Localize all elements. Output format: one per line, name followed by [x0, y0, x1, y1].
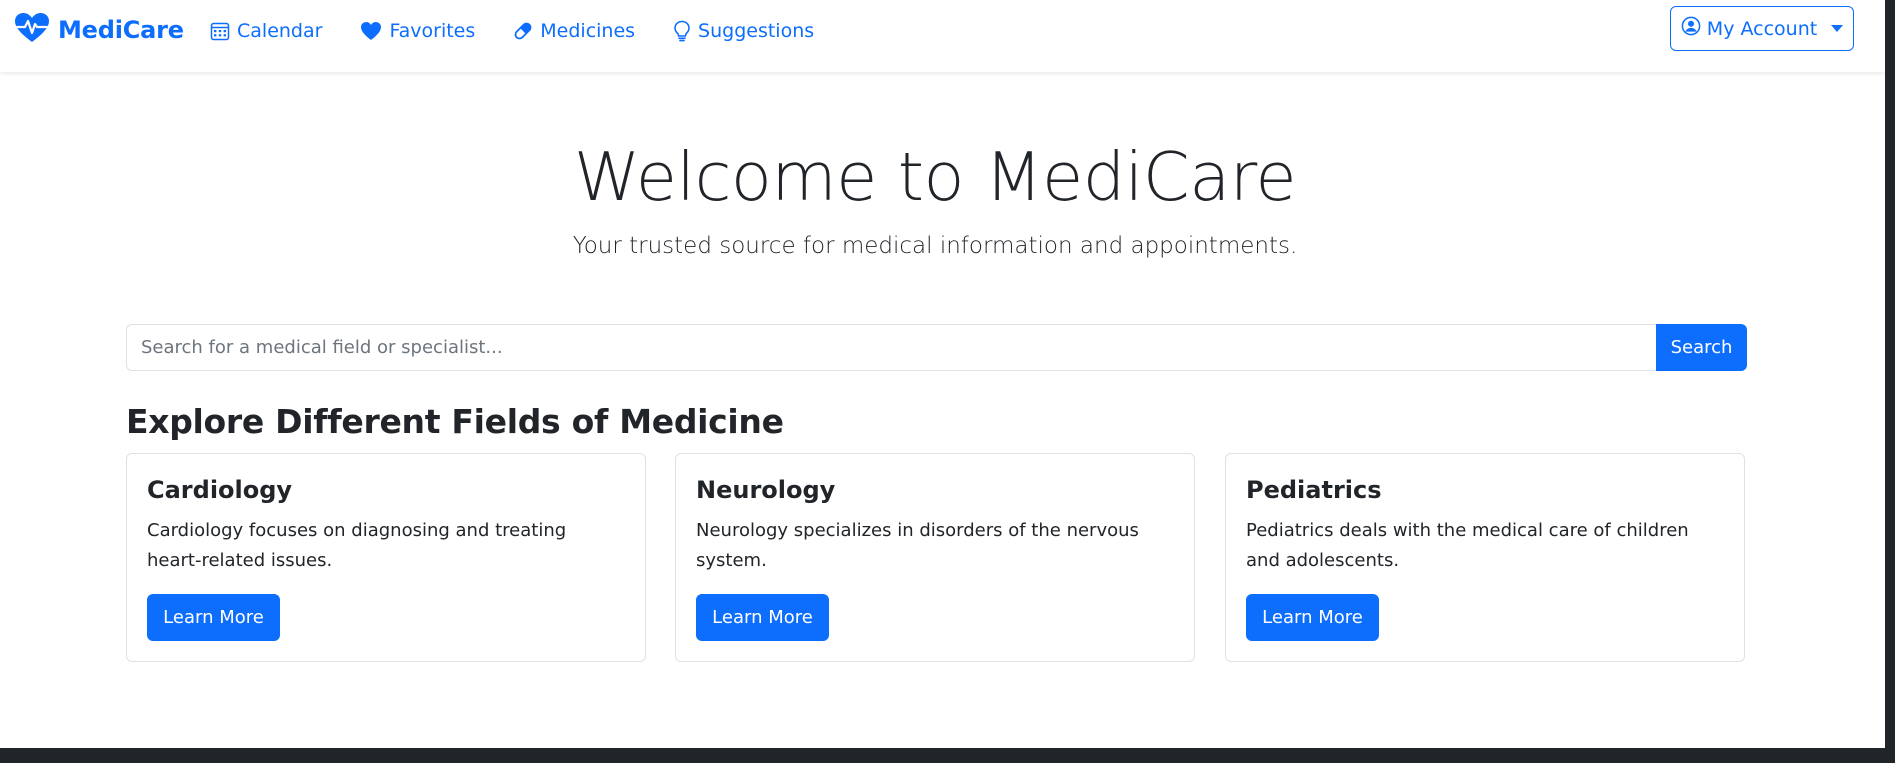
card-text: Cardiology focuses on diagnosing and tre… [147, 520, 567, 571]
window-right-edge [1885, 0, 1895, 763]
calendar-icon [210, 21, 230, 41]
hero-subtitle: Your trusted source for medical informat… [572, 233, 1298, 259]
field-card-pediatrics: Pediatrics Pediatrics deals with the med… [1225, 453, 1745, 662]
nav-link-label: Suggestions [698, 20, 815, 42]
lightbulb-icon [673, 20, 691, 42]
nav-link-medicines[interactable]: Medicines [513, 20, 635, 42]
card-title: Cardiology [147, 476, 293, 504]
nav-link-suggestions[interactable]: Suggestions [673, 20, 814, 42]
search-button[interactable]: Search [1656, 324, 1747, 371]
heartbeat-icon [14, 12, 50, 48]
hero-title: Welcome to MediCare [573, 138, 1297, 216]
capsule-icon [513, 21, 533, 41]
nav-link-label: Favorites [389, 20, 476, 42]
brand-label: MediCare [58, 16, 184, 44]
nav-link-label: Medicines [540, 20, 636, 42]
nav-link-favorites[interactable]: Favorites [360, 20, 475, 42]
card-title: Pediatrics [1246, 476, 1382, 504]
heart-icon [360, 21, 382, 41]
card-title: Neurology [696, 476, 836, 504]
learn-more-button[interactable]: Learn More [696, 594, 829, 641]
brand-link[interactable]: MediCare [14, 12, 184, 48]
top-navbar: MediCare Calendar Favorites Medicines Su… [0, 0, 1885, 72]
nav-links: Calendar Favorites Medicines Suggestions [210, 14, 814, 48]
card-text: Neurology specializes in disorders of th… [696, 520, 1139, 571]
user-circle-icon [1681, 16, 1701, 41]
page-viewport: MediCare Calendar Favorites Medicines Su… [0, 0, 1885, 748]
card-text: Pediatrics deals with the medical care o… [1246, 520, 1689, 571]
caret-down-icon [1831, 25, 1844, 32]
search-input[interactable] [126, 324, 1657, 371]
field-card-cardiology: Cardiology Cardiology focuses on diagnos… [126, 453, 646, 662]
nav-link-calendar[interactable]: Calendar [210, 20, 322, 42]
footer-strip [0, 748, 1895, 763]
my-account-label: My Account [1706, 17, 1818, 40]
field-card-neurology: Neurology Neurology specializes in disor… [675, 453, 1195, 662]
learn-more-button[interactable]: Learn More [147, 594, 280, 641]
my-account-dropdown[interactable]: My Account [1670, 6, 1854, 51]
nav-link-label: Calendar [237, 20, 323, 42]
section-heading: Explore Different Fields of Medicine [126, 402, 784, 441]
learn-more-button[interactable]: Learn More [1246, 594, 1379, 641]
